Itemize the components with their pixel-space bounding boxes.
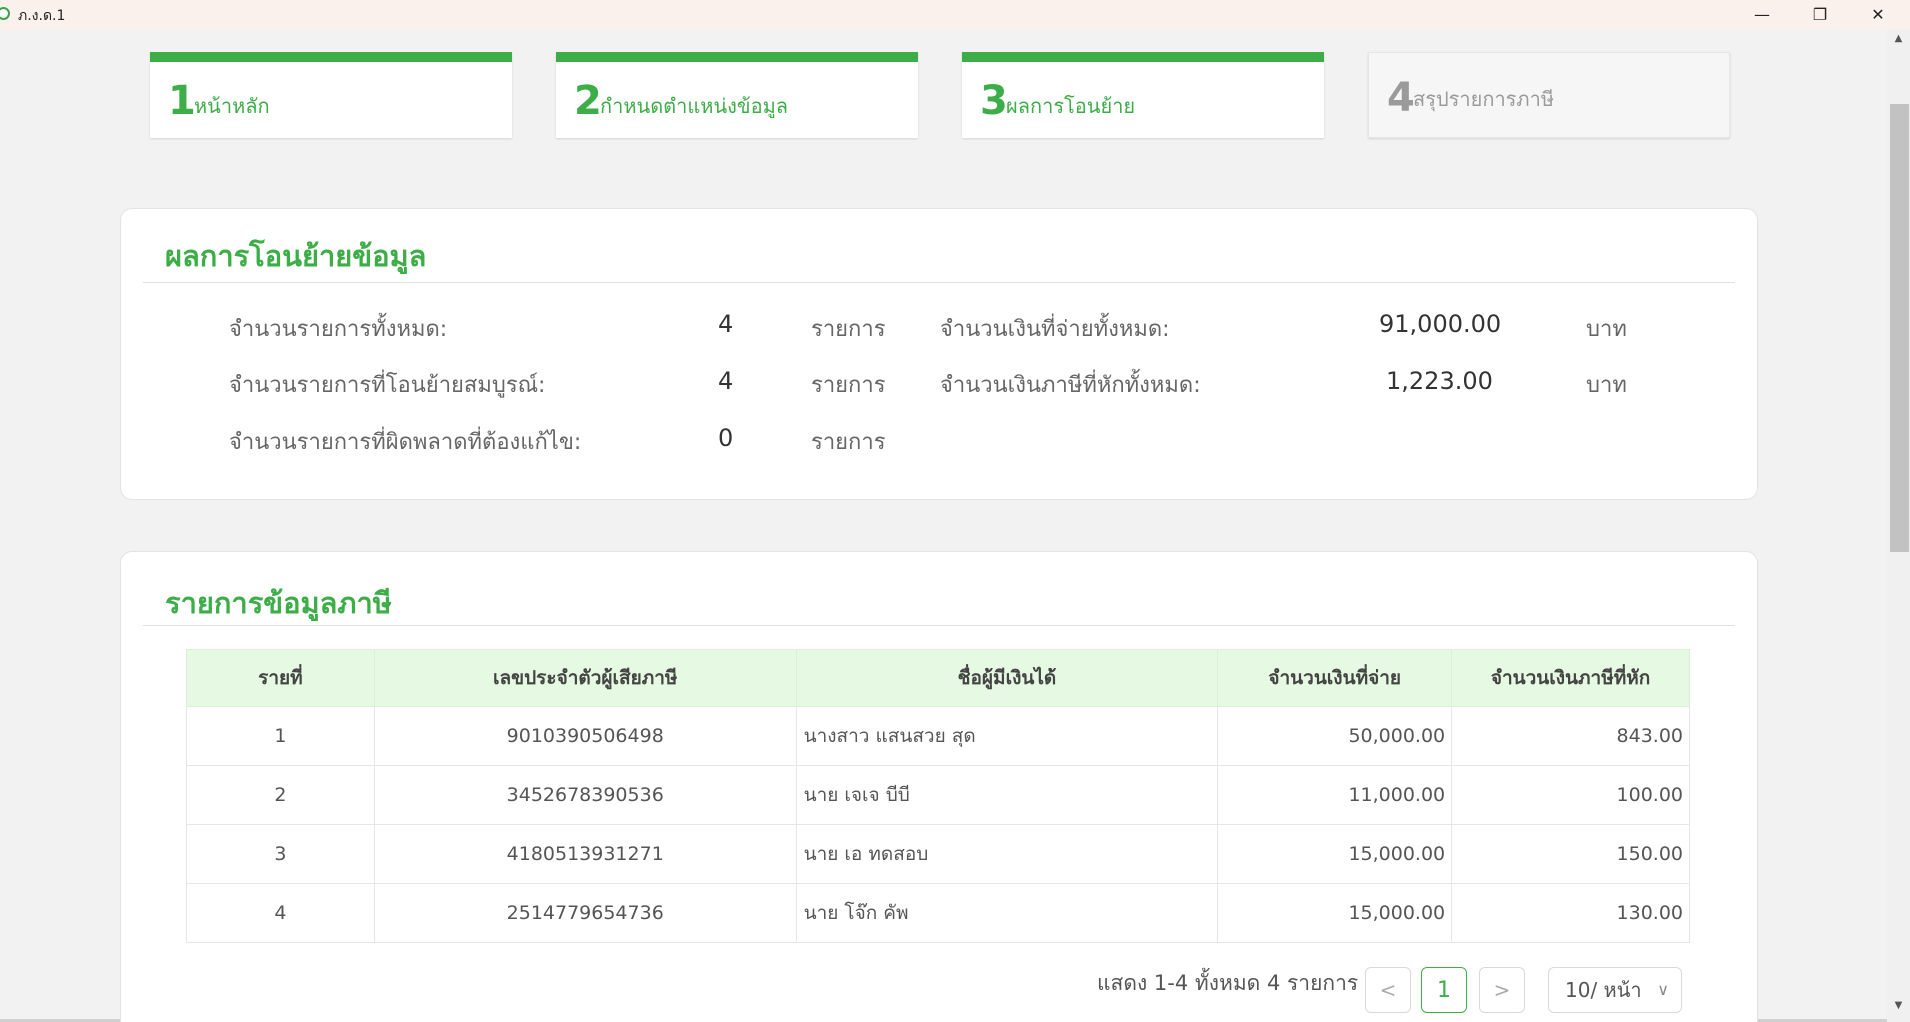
prev-page-button[interactable]: < (1365, 967, 1411, 1013)
cell-amount-paid: 50,000.00 (1217, 706, 1453, 766)
table-row[interactable]: 3 4180513931271 นาย เอ ทดสอบ 15,000.00 1… (186, 824, 1690, 884)
column-header-tax-withheld[interactable]: จำนวนเงินภาษีที่หัก (1451, 649, 1690, 707)
cell-payee-name: นาย เอ ทดสอบ (795, 824, 1219, 884)
error-items-label: จำนวนรายการที่ผิดพลาดที่ต้องแก้ไข: (229, 430, 582, 455)
next-page-button[interactable]: > (1479, 967, 1525, 1013)
total-tax-value: 1,223.00 (1386, 367, 1493, 395)
cell-payee-name: นางสาว แสนสวย สุด (795, 706, 1219, 766)
step-number: 3 (980, 78, 1008, 124)
title-bar: ภ.ง.ด.1 — ❐ ✕ (0, 0, 1910, 29)
step-tax-summary[interactable]: 4 สรุปรายการภาษี (1368, 52, 1730, 138)
cell-seq: 4 (186, 883, 375, 943)
pagination-summary: แสดง 1-4 ทั้งหมด 4 รายการ (1097, 971, 1359, 995)
cell-tax-id: 9010390506498 (373, 706, 797, 766)
column-header-seq[interactable]: รายที่ (186, 649, 375, 707)
table-header-row: รายที่ เลขประจำตัวผู้เสียภาษี ชื่อผู้มีเ… (186, 649, 1690, 707)
total-paid-label: จำนวนเงินที่จ่ายทั้งหมด: (940, 317, 1170, 342)
table-row[interactable]: 1 9010390506498 นางสาว แสนสวย สุด 50,000… (186, 706, 1690, 766)
step-define-data-position[interactable]: 2 กำหนดตำแหน่งข้อมูล (556, 52, 918, 138)
chevron-down-icon: ∨ (1657, 980, 1669, 999)
scrollbar-thumb[interactable] (1890, 104, 1909, 552)
tax-list-title: รายการข้อมูลภาษี (165, 586, 392, 620)
scroll-down-arrow-icon[interactable]: ▼ (1887, 1000, 1910, 1016)
divider (143, 625, 1735, 626)
step-label: สรุปรายการภาษี (1413, 87, 1555, 111)
cell-payee-name: นาย โจ๊ก คัพ (795, 883, 1219, 943)
column-header-tax-id[interactable]: เลขประจำตัวผู้เสียภาษี (373, 649, 797, 707)
cell-tax-id: 2514779654736 (373, 883, 797, 943)
step-main[interactable]: 1 หน้าหลัก (150, 52, 512, 138)
scroll-up-arrow-icon[interactable]: ▲ (1887, 33, 1910, 49)
total-paid-unit: บาท (1586, 317, 1627, 342)
step-transfer-result[interactable]: 3 ผลการโอนย้าย (962, 52, 1324, 138)
step-label: หน้าหลัก (194, 94, 270, 118)
total-items-label: จำนวนรายการทั้งหมด: (229, 317, 448, 342)
error-items-value: 0 (718, 424, 734, 452)
page-1-button[interactable]: 1 (1421, 967, 1467, 1013)
completed-items-value: 4 (718, 367, 734, 395)
total-items-value: 4 (718, 310, 734, 338)
cell-tax-withheld: 843.00 (1451, 706, 1690, 766)
cell-seq: 1 (186, 706, 375, 766)
step-label: กำหนดตำแหน่งข้อมูล (600, 94, 789, 118)
completed-items-unit: รายการ (811, 373, 886, 398)
total-paid-value: 91,000.00 (1379, 310, 1502, 338)
divider (143, 282, 1735, 283)
window-title: ภ.ง.ด.1 (18, 8, 66, 24)
step-number: 2 (574, 78, 602, 124)
table-row[interactable]: 4 2514779654736 นาย โจ๊ก คัพ 15,000.00 1… (186, 883, 1690, 943)
transfer-summary-card: ผลการโอนย้ายข้อมูล จำนวนรายการทั้งหมด: 4… (120, 208, 1758, 500)
total-tax-label: จำนวนเงินภาษีที่หักทั้งหมด: (940, 373, 1201, 398)
close-button[interactable]: ✕ (1849, 0, 1907, 29)
cell-amount-paid: 15,000.00 (1217, 883, 1453, 943)
step-number: 4 (1387, 75, 1415, 121)
cell-seq: 3 (186, 824, 375, 884)
completed-items-label: จำนวนรายการที่โอนย้ายสมบูรณ์: (229, 373, 546, 398)
tax-list-card: รายการข้อมูลภาษี รายที่ เลขประจำตัวผู้เส… (120, 551, 1758, 1022)
summary-card-title: ผลการโอนย้ายข้อมูล (165, 239, 427, 273)
tax-table: รายที่ เลขประจำตัวผู้เสียภาษี ชื่อผู้มีเ… (186, 649, 1690, 943)
maximize-button[interactable]: ❐ (1791, 0, 1849, 29)
error-items-unit: รายการ (811, 430, 886, 455)
cell-payee-name: นาย เจเจ บีบี (795, 765, 1219, 825)
cell-tax-id: 4180513931271 (373, 824, 797, 884)
table-row[interactable]: 2 3452678390536 นาย เจเจ บีบี 11,000.00 … (186, 765, 1690, 825)
total-tax-unit: บาท (1586, 373, 1627, 398)
page-size-select[interactable]: 10/ หน้า ∨ (1548, 967, 1682, 1013)
cell-tax-withheld: 150.00 (1451, 824, 1690, 884)
cell-amount-paid: 15,000.00 (1217, 824, 1453, 884)
page-size-value: 10/ หน้า (1565, 978, 1642, 1002)
step-label: ผลการโอนย้าย (1006, 94, 1136, 118)
cell-tax-withheld: 130.00 (1451, 883, 1690, 943)
app-icon (0, 7, 10, 20)
cell-amount-paid: 11,000.00 (1217, 765, 1453, 825)
minimize-button[interactable]: — (1733, 0, 1791, 29)
column-header-amount-paid[interactable]: จำนวนเงินที่จ่าย (1217, 649, 1453, 707)
total-items-unit: รายการ (811, 317, 886, 342)
step-number: 1 (168, 78, 196, 124)
cell-tax-withheld: 100.00 (1451, 765, 1690, 825)
cell-tax-id: 3452678390536 (373, 765, 797, 825)
column-header-payee-name[interactable]: ชื่อผู้มีเงินได้ (795, 649, 1219, 707)
cell-seq: 2 (186, 765, 375, 825)
